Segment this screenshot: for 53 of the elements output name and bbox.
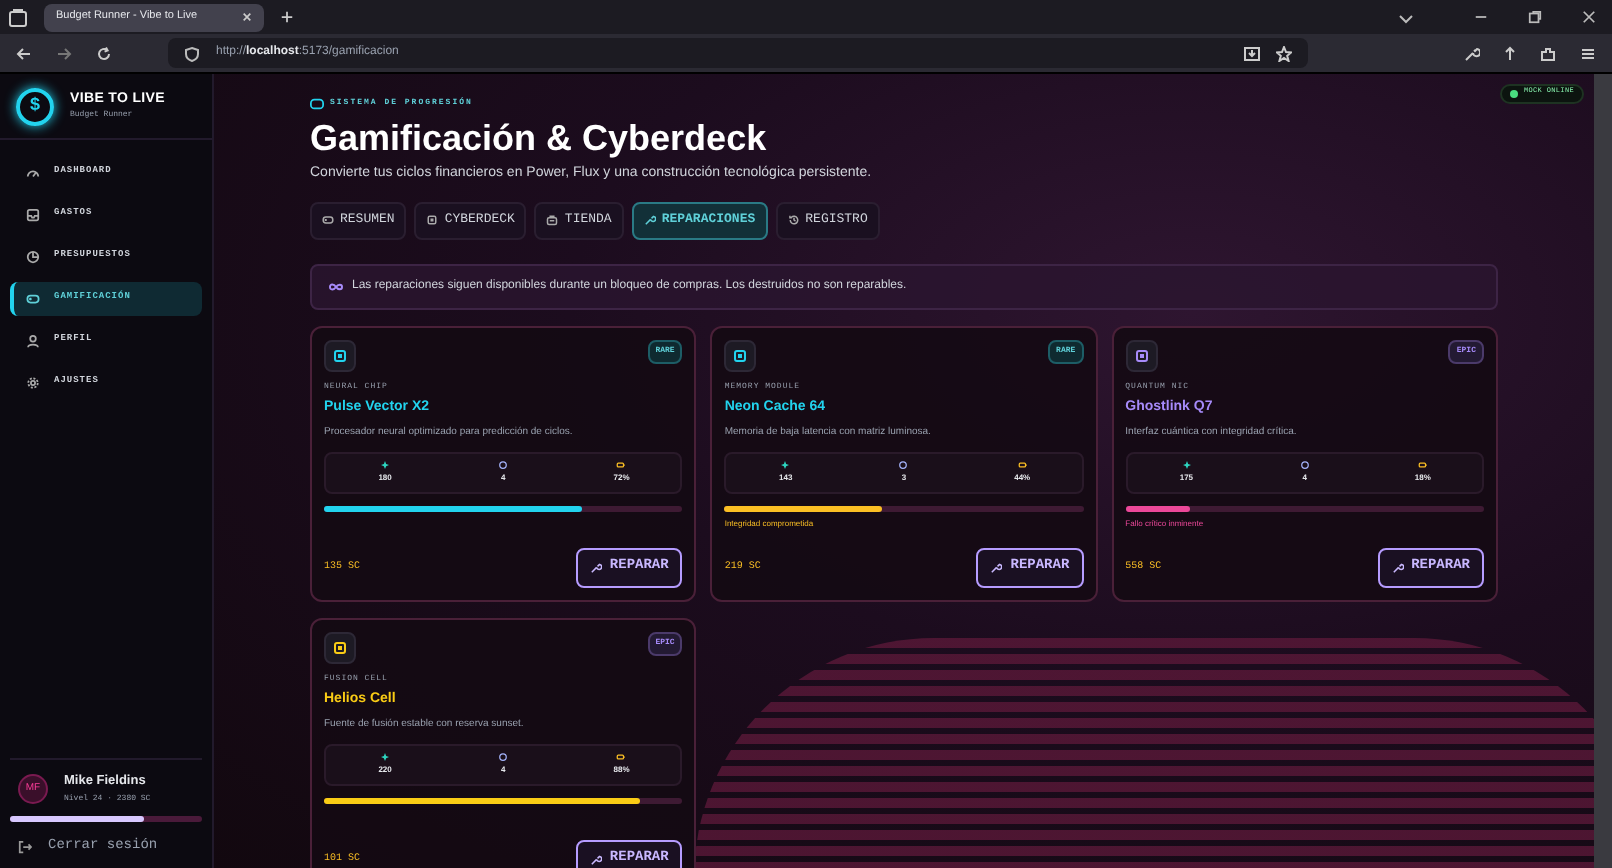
chip-icon: [426, 214, 439, 226]
power-icon: [380, 460, 391, 470]
gamepad-icon: [26, 292, 40, 306]
wrench-icon: [643, 214, 656, 226]
battery-icon: [1417, 460, 1428, 470]
power-icon: [1181, 460, 1192, 470]
gamepad-icon: [322, 214, 334, 226]
menu-icon[interactable]: [1580, 45, 1596, 61]
battery-icon: [616, 460, 627, 470]
chip-glyph-icon: [332, 347, 348, 363]
page-title: Gamificación & Cyberdeck: [310, 116, 769, 160]
power-icon: [780, 460, 791, 470]
flux-icon: [1299, 460, 1310, 470]
battery-icon: [1017, 460, 1028, 470]
chip-glyph-icon: [1133, 347, 1150, 363]
history-icon: [787, 214, 800, 226]
gamepad-icon: [310, 98, 324, 110]
reader-icon[interactable]: [1244, 45, 1260, 61]
bag-icon: [546, 214, 559, 226]
flux-icon: [898, 460, 909, 470]
reload-icon[interactable]: [96, 45, 112, 61]
logout-icon: [18, 839, 32, 853]
chip-glyph-icon: [332, 639, 348, 655]
chevron-icon[interactable]: [1398, 9, 1414, 25]
power-icon: [380, 752, 391, 762]
forward-icon[interactable]: [56, 45, 72, 61]
wrench-icon: [1391, 561, 1404, 573]
wrench-icon: [990, 561, 1003, 573]
shield-icon: [184, 45, 200, 61]
dollar-logo: $: [16, 87, 54, 125]
minimize-icon[interactable]: [1474, 10, 1488, 24]
pie-icon: [26, 250, 40, 264]
star-icon[interactable]: [1276, 45, 1292, 61]
back-icon[interactable]: [16, 45, 32, 61]
wrench-icon: [589, 853, 602, 865]
wrench-icon: [589, 561, 602, 573]
battery-icon: [616, 752, 627, 762]
flux-icon: [498, 460, 509, 470]
wrench-icon[interactable]: [1464, 45, 1480, 61]
restore-icon[interactable]: [1528, 10, 1542, 24]
chip-glyph-icon: [732, 347, 749, 363]
close-icon[interactable]: [1582, 10, 1596, 24]
close-icon: [242, 12, 252, 22]
gauge-icon: [26, 166, 40, 180]
extensions-icon[interactable]: [1540, 45, 1556, 61]
tab-overview-icon[interactable]: [8, 7, 28, 27]
new-tab-icon[interactable]: [280, 10, 294, 24]
flux-icon: [498, 752, 509, 762]
inbox-icon: [26, 208, 40, 222]
upload-icon[interactable]: [1504, 45, 1516, 61]
infinity-icon: [328, 281, 344, 291]
user-icon: [26, 334, 40, 348]
gear-icon: [26, 376, 40, 390]
